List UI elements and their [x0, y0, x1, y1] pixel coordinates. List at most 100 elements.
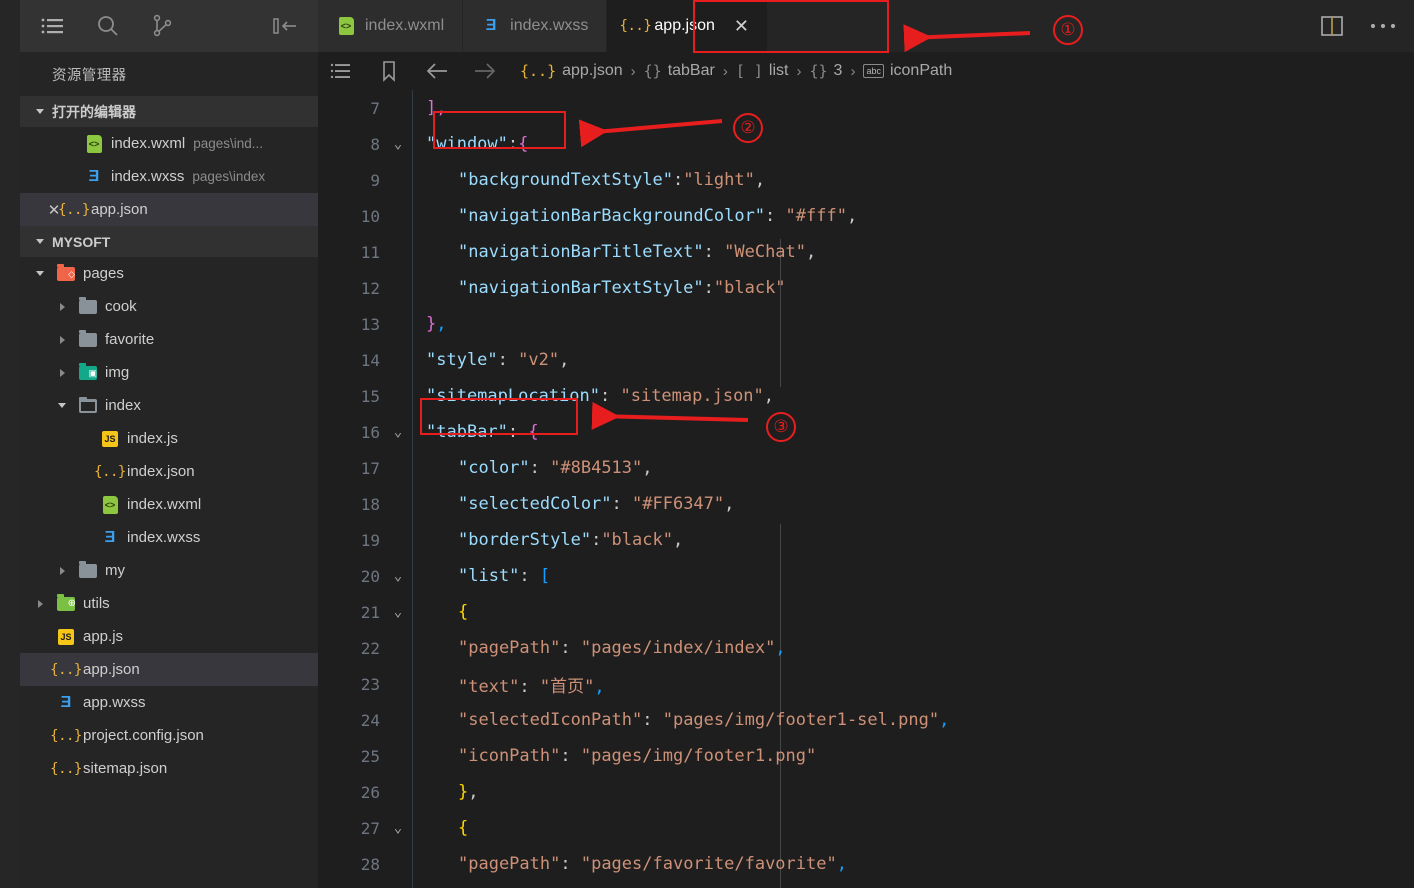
open-editors-list: <> index.wxml pages\ind... Ǝindex.wxss pages… — [20, 127, 318, 226]
fold-chevron-icon[interactable]: ⌄ — [384, 424, 412, 440]
code-token: , — [836, 854, 847, 874]
tree-item-label: app.js — [83, 628, 124, 645]
source-control-icon[interactable] — [150, 13, 176, 39]
breadcrumb-item-iconpath[interactable]: abc iconPath — [863, 62, 952, 80]
breadcrumb-separator: › — [850, 62, 856, 80]
project-header[interactable]: MYSOFT — [20, 226, 318, 257]
code-token: "#fff" — [785, 206, 847, 226]
code-text: }, — [446, 782, 479, 802]
tree-item-label: img — [105, 364, 130, 381]
code-line: 8 ⌄ "window":{ — [318, 126, 1414, 162]
code-token: "backgroundTextStyle" — [458, 170, 673, 190]
folder-icon — [79, 296, 97, 314]
breadcrumb-type-icon: [ ] — [735, 62, 763, 80]
code-token: "pages/favorite/favorite" — [580, 854, 837, 874]
code-token: : — [591, 530, 602, 550]
chevron-right-icon[interactable] — [54, 563, 70, 579]
tree-item-cook[interactable]: cook — [20, 290, 318, 323]
tree-item-favorite[interactable]: favorite — [20, 323, 318, 356]
tab-index-wxml[interactable]: <> index.wxml — [318, 0, 464, 52]
fold-chevron-icon[interactable]: ⌄ — [384, 136, 412, 152]
code-line: 27 ⌄ { — [318, 810, 1414, 846]
fold-chevron-icon[interactable]: ⌄ — [384, 820, 412, 836]
outline-icon[interactable] — [328, 58, 354, 84]
tree-item-index-wxml[interactable]: <> index.wxml — [20, 488, 318, 521]
split-editor-icon[interactable] — [1320, 15, 1344, 37]
wxml-file-icon: <> — [338, 17, 354, 35]
code-editor[interactable]: 7], 8 ⌄ "window":{9 "backgroundTextStyle":"l… — [318, 90, 1414, 888]
open-editor-item[interactable]: ✕ {..} app.json — [20, 193, 318, 226]
search-icon[interactable] — [95, 13, 121, 39]
tree-item-utils[interactable]: utils — [20, 587, 318, 620]
open-editor-item[interactable]: Ǝindex.wxss pages\index — [20, 160, 318, 193]
code-text: "list": [ — [446, 566, 550, 586]
tree-item-app-js[interactable]: JS app.js — [20, 620, 318, 653]
tree-item-app-wxss[interactable]: Ǝapp.wxss — [20, 686, 318, 719]
wxss-file-icon: Ǝ — [88, 167, 100, 185]
sidebar-icon-row — [20, 0, 318, 52]
tab-index-wxss[interactable]: Ǝindex.wxss — [463, 0, 608, 52]
code-text: "navigationBarTextStyle":"black" — [446, 278, 786, 298]
code-token: { — [458, 818, 469, 838]
breadcrumb-item-3[interactable]: {} 3 — [809, 62, 842, 80]
project-name-label: MYSOFT — [52, 233, 111, 250]
breadcrumb-item-list[interactable]: [ ] list — [736, 62, 789, 80]
code-token: "pagePath" — [458, 854, 561, 874]
open-editor-label: index.wxml — [111, 135, 186, 152]
back-arrow-icon[interactable] — [424, 58, 450, 84]
tree-item-index-json[interactable]: {..} index.json — [20, 455, 318, 488]
breadcrumb: {..} app.json › {} tabBar › [ ] list › {} 3 › abc ico… — [318, 52, 1414, 90]
breadcrumb-item-tabbar[interactable]: {} tabBar — [644, 62, 715, 80]
code-line: 14 "style": "v2", — [318, 342, 1414, 378]
tree-item-index[interactable]: index — [20, 389, 318, 422]
tree-item-project-config-json[interactable]: {..} project.config.json — [20, 719, 318, 752]
code-token: "pages/img/footer1.png" — [580, 746, 817, 766]
tree-item-label: pages — [83, 265, 124, 282]
fold-chevron-icon[interactable]: ⌄ — [384, 604, 412, 620]
line-number: 26 — [360, 782, 380, 802]
code-token: , — [754, 170, 766, 190]
code-token: { — [528, 422, 539, 442]
code-line: 22 "pagePath": "pages/index/index", — [318, 630, 1414, 666]
tree-item-index-js[interactable]: JS index.js — [20, 422, 318, 455]
forward-arrow-icon[interactable] — [472, 58, 498, 84]
code-line: 11 "navigationBarTitleText": "WeChat", — [318, 234, 1414, 270]
chevron-down-icon[interactable] — [32, 266, 48, 282]
open-editor-item[interactable]: <> index.wxml pages\ind... — [20, 127, 318, 160]
tree-item-my[interactable]: my — [20, 554, 318, 587]
tree-item-label: index.js — [127, 430, 178, 447]
code-token: { — [518, 134, 529, 154]
collapse-sidebar-icon[interactable] — [272, 13, 298, 39]
chevron-down-icon[interactable] — [54, 398, 70, 414]
chevron-right-icon[interactable] — [54, 365, 70, 381]
code-token: , — [594, 676, 605, 697]
breadcrumb-item-app-json[interactable]: {..} app.json — [520, 62, 623, 80]
folder-icon — [79, 560, 97, 578]
tab-app-json[interactable]: {..} app.json ✕ — [607, 0, 768, 52]
chevron-right-icon[interactable] — [54, 332, 70, 348]
tree-item-img[interactable]: img — [20, 356, 318, 389]
code-token: } — [458, 782, 469, 802]
tree-item-sitemap-json[interactable]: {..} sitemap.json — [20, 752, 318, 785]
code-token: "selectedColor" — [458, 494, 612, 514]
fold-chevron-icon[interactable]: ⌄ — [384, 568, 412, 584]
explorer-icon[interactable] — [40, 13, 66, 39]
code-text: "pagePath": "pages/favorite/favorite", — [446, 854, 847, 874]
bookmark-icon[interactable] — [376, 58, 402, 84]
open-editor-label: app.json — [91, 201, 148, 218]
line-number: 11 — [360, 242, 380, 262]
code-token: , — [672, 530, 684, 550]
chevron-right-icon[interactable] — [54, 299, 70, 315]
tree-item-app-json[interactable]: {..} app.json — [20, 653, 318, 686]
tree-item-index-wxss[interactable]: Ǝindex.wxss — [20, 521, 318, 554]
tree-item-pages[interactable]: pages — [20, 257, 318, 290]
line-number: 9 — [370, 170, 380, 190]
close-icon[interactable]: ✕ — [734, 17, 749, 35]
tree-item-label: app.wxss — [83, 694, 146, 711]
chevron-right-icon[interactable] — [32, 596, 48, 612]
open-editors-header[interactable]: 打开的编辑器 — [20, 96, 318, 127]
code-text: "selectedIconPath": "pages/img/footer1-s… — [446, 710, 949, 730]
activity-bar-strip — [0, 0, 20, 888]
more-actions-icon[interactable] — [1370, 22, 1396, 30]
